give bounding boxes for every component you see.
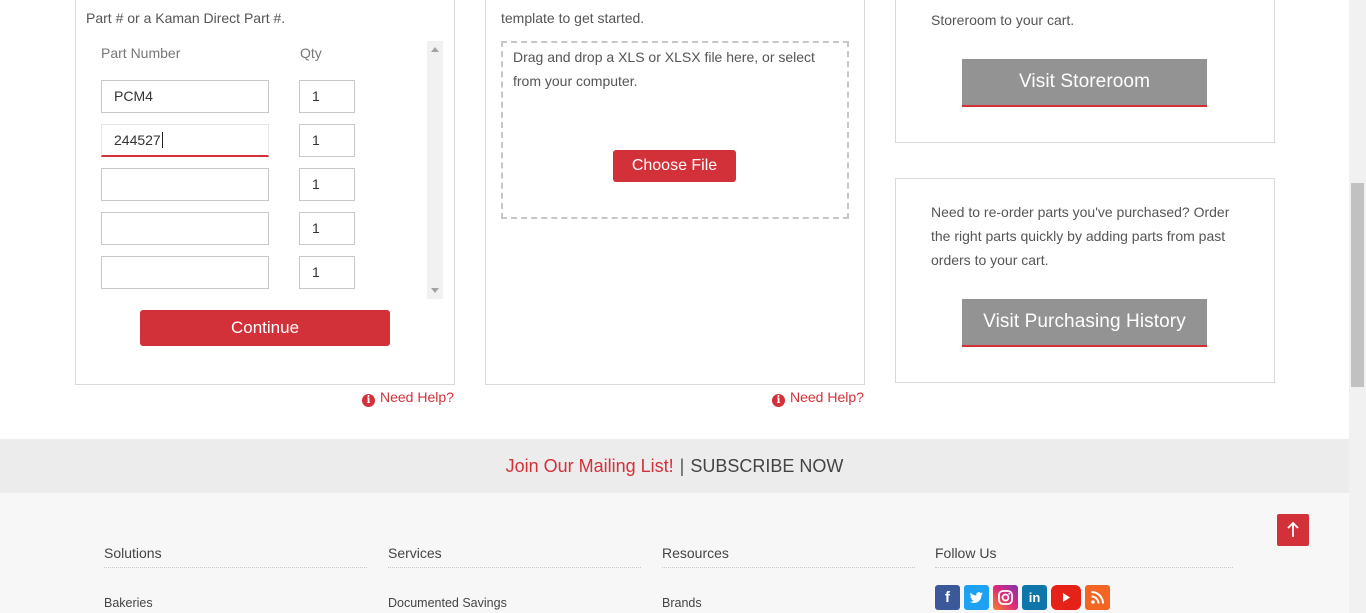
- qty-input-5[interactable]: 1: [299, 256, 355, 289]
- qty-input-2[interactable]: 1: [299, 124, 355, 157]
- footer-column-follow-us: Follow Us: [935, 545, 1233, 568]
- linkedin-icon[interactable]: in: [1022, 585, 1047, 610]
- footer-heading-services: Services: [388, 545, 641, 568]
- footer-heading-follow-us: Follow Us: [935, 545, 1233, 568]
- youtube-icon[interactable]: [1051, 585, 1081, 610]
- part-number-input-2-value: 244527: [114, 132, 161, 148]
- visit-purchasing-history-button[interactable]: Visit Purchasing History: [962, 299, 1207, 347]
- rss-icon[interactable]: [1085, 585, 1110, 610]
- upload-intro: template to get started.: [501, 10, 645, 26]
- part-number-header: Part Number: [101, 45, 181, 61]
- scroll-down-arrow-icon[interactable]: [431, 288, 439, 293]
- qty-header: Qty: [300, 45, 322, 61]
- text-caret: [161, 132, 163, 148]
- part-number-input-2[interactable]: 244527: [101, 124, 269, 157]
- twitter-icon[interactable]: [964, 585, 989, 610]
- footer-column-solutions: Solutions Bakeries: [104, 545, 367, 610]
- visit-storeroom-button[interactable]: Visit Storeroom: [962, 59, 1207, 107]
- main-content: Part # or a Kaman Direct Part #. Part Nu…: [0, 0, 1349, 439]
- footer-link-brands[interactable]: Brands: [662, 596, 915, 610]
- purchasing-history-text: Need to re-order parts you've purchased?…: [931, 204, 1230, 268]
- info-icon: i: [772, 394, 785, 407]
- info-icon: i: [362, 394, 375, 407]
- part-number-input-5[interactable]: [101, 256, 269, 289]
- dropzone-text: Drag and drop a XLS or XLSX file here, o…: [513, 49, 815, 89]
- storeroom-text: Storeroom to your cart.: [931, 12, 1075, 28]
- footer-link-bakeries[interactable]: Bakeries: [104, 596, 367, 610]
- qty-input-1[interactable]: 1: [299, 80, 355, 113]
- quick-order-help-link[interactable]: i Need Help?: [362, 388, 454, 407]
- page-scrollbar-thumb[interactable]: [1351, 183, 1364, 387]
- part-number-input-3[interactable]: [101, 168, 269, 201]
- footer-link-documented-savings[interactable]: Documented Savings: [388, 596, 641, 610]
- footer-heading-solutions: Solutions: [104, 545, 367, 568]
- upload-help-link[interactable]: i Need Help?: [772, 388, 864, 407]
- footer-heading-resources: Resources: [662, 545, 915, 568]
- mailing-list-bar: Join Our Mailing List! | SUBSCRIBE NOW: [0, 439, 1349, 493]
- quick-order-intro: Part # or a Kaman Direct Part #.: [86, 10, 286, 26]
- arrow-up-icon: [1287, 521, 1299, 537]
- part-list-scrollbar[interactable]: [427, 41, 443, 299]
- facebook-icon[interactable]: f: [935, 585, 960, 610]
- continue-button[interactable]: Continue: [140, 310, 390, 346]
- footer: Solutions Bakeries Services Documented S…: [0, 493, 1349, 613]
- mailing-separator: |: [679, 456, 685, 476]
- instagram-icon[interactable]: [993, 585, 1018, 610]
- qty-input-3[interactable]: 1: [299, 168, 355, 201]
- part-number-input-1[interactable]: PCM4: [101, 80, 269, 113]
- file-dropzone[interactable]: Drag and drop a XLS or XLSX file here, o…: [501, 41, 849, 219]
- part-number-input-4[interactable]: [101, 212, 269, 245]
- quick-order-help-label: Need Help?: [380, 389, 454, 405]
- back-to-top-button[interactable]: [1277, 514, 1309, 546]
- footer-column-services: Services Documented Savings: [388, 545, 641, 610]
- social-icons: f in: [935, 585, 1110, 611]
- join-mailing-list-link[interactable]: Join Our Mailing List!: [506, 456, 674, 476]
- scroll-up-arrow-icon[interactable]: [431, 47, 439, 52]
- choose-file-button[interactable]: Choose File: [613, 150, 736, 182]
- subscribe-now-link[interactable]: SUBSCRIBE NOW: [690, 456, 843, 476]
- footer-column-resources: Resources Brands: [662, 545, 915, 610]
- page-scrollbar[interactable]: [1349, 0, 1366, 613]
- qty-input-4[interactable]: 1: [299, 212, 355, 245]
- upload-help-label: Need Help?: [790, 389, 864, 405]
